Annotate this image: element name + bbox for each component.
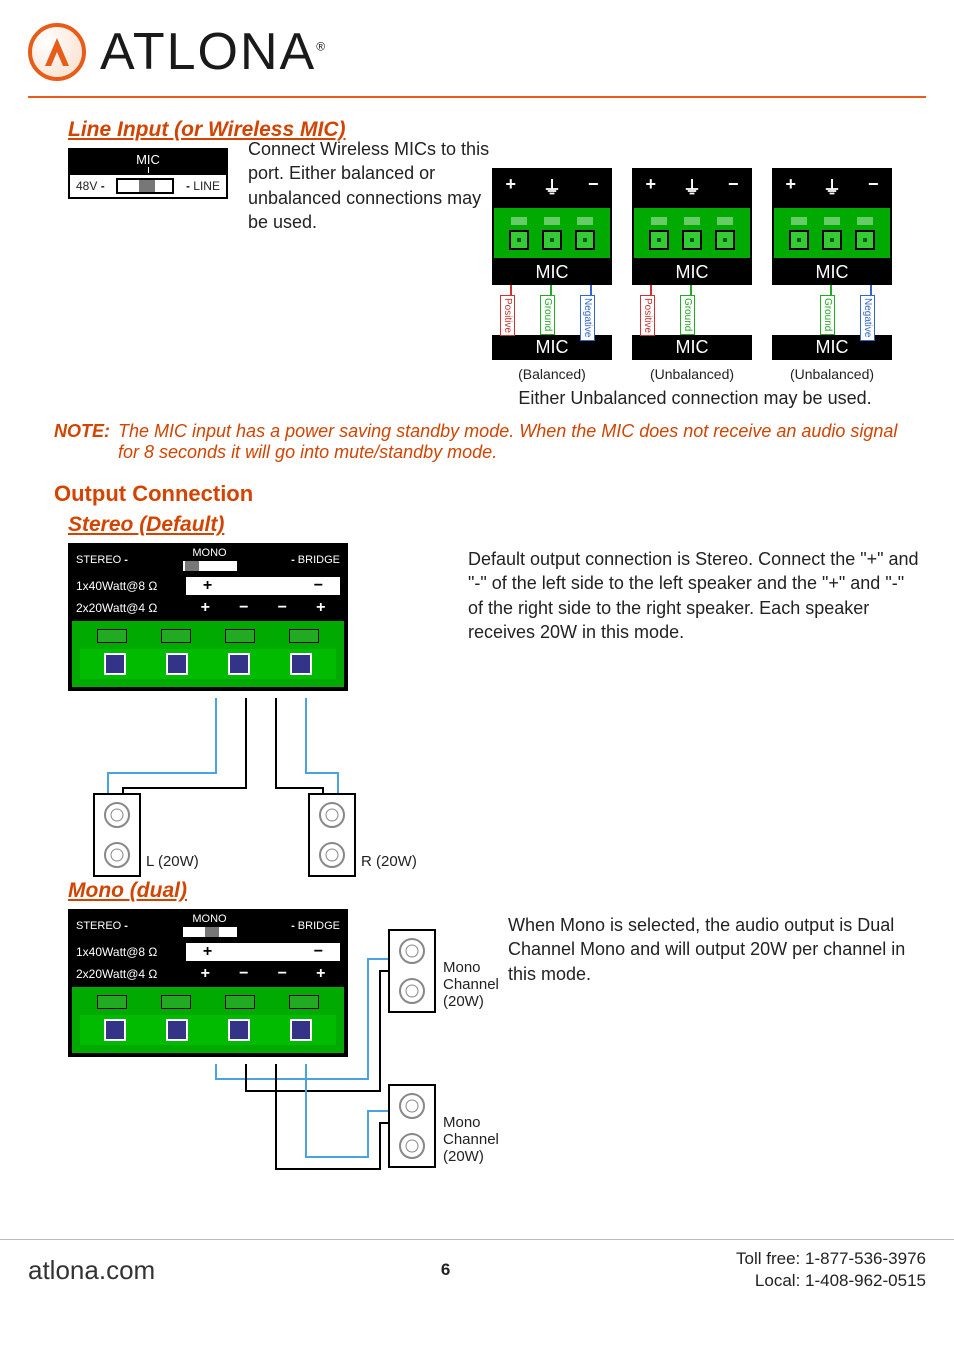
brand-name: ATLONA <box>100 23 316 81</box>
stereo-diagram: STEREO - MONO - BRIDGE 1x40Watt@8 Ω+− 2x… <box>68 543 378 873</box>
brand-logo-icon <box>28 23 86 81</box>
mic-balanced-diagram: +⏚− MIC Positive Ground Negative MIC (Ba… <box>492 168 612 382</box>
mono-body: When Mono is selected, the audio output … <box>508 913 922 986</box>
mic-unbalanced1-diagram: +⏚− MIC Positive Ground MIC (Unbalanced) <box>632 168 752 382</box>
stereo-body: Default output connection is Stereo. Con… <box>468 547 922 644</box>
note-text: The MIC input has a power saving standby… <box>118 421 922 463</box>
mic-line-switch-diagram: MIC 48V - - LINE <box>68 148 228 199</box>
note-label: NOTE: <box>54 421 110 463</box>
mic-caption-unbal2: (Unbalanced) <box>772 366 892 382</box>
registered-mark: ® <box>316 40 327 54</box>
footer-local: Local: 1-408-962-0515 <box>736 1270 926 1292</box>
mono-speaker1-label: Mono Channel (20W) <box>443 959 499 1010</box>
mic-unbalanced2-diagram: +⏚− MIC Ground Negative MIC (Unbalanced) <box>772 168 892 382</box>
mic-switch-top-label: MIC <box>136 152 160 167</box>
output-connection-heading: Output Connection <box>54 481 922 507</box>
page-footer: atlona.com 6 Toll free: 1-877-536-3976 L… <box>0 1239 954 1300</box>
footer-tollfree: Toll free: 1-877-536-3976 <box>736 1248 926 1270</box>
left-speaker-label: L (20W) <box>146 853 199 870</box>
mic-footnote: Either Unbalanced connection may be used… <box>468 388 922 409</box>
brand-wordmark: ATLONA® <box>100 22 327 82</box>
mic-switch-right-label: - LINE <box>186 179 220 193</box>
mic-note: NOTE: The MIC input has a power saving s… <box>54 421 922 463</box>
mic-switch-left-label: 48V - <box>76 179 105 193</box>
mono-speaker2-label: Mono Channel (20W) <box>443 1114 499 1165</box>
footer-site: atlona.com <box>28 1255 155 1286</box>
mono-subheading: Mono (dual) <box>68 879 922 903</box>
mic-caption-unbal1: (Unbalanced) <box>632 366 752 382</box>
right-speaker-label: R (20W) <box>361 853 417 870</box>
footer-page-number: 6 <box>441 1260 450 1280</box>
mic-caption-balanced: (Balanced) <box>492 366 612 382</box>
brand-header: ATLONA® <box>28 16 926 98</box>
stereo-subheading: Stereo (Default) <box>68 513 922 537</box>
mono-diagram: STEREO - MONO - BRIDGE 1x40Watt@8 Ω+− 2x… <box>68 909 458 1219</box>
